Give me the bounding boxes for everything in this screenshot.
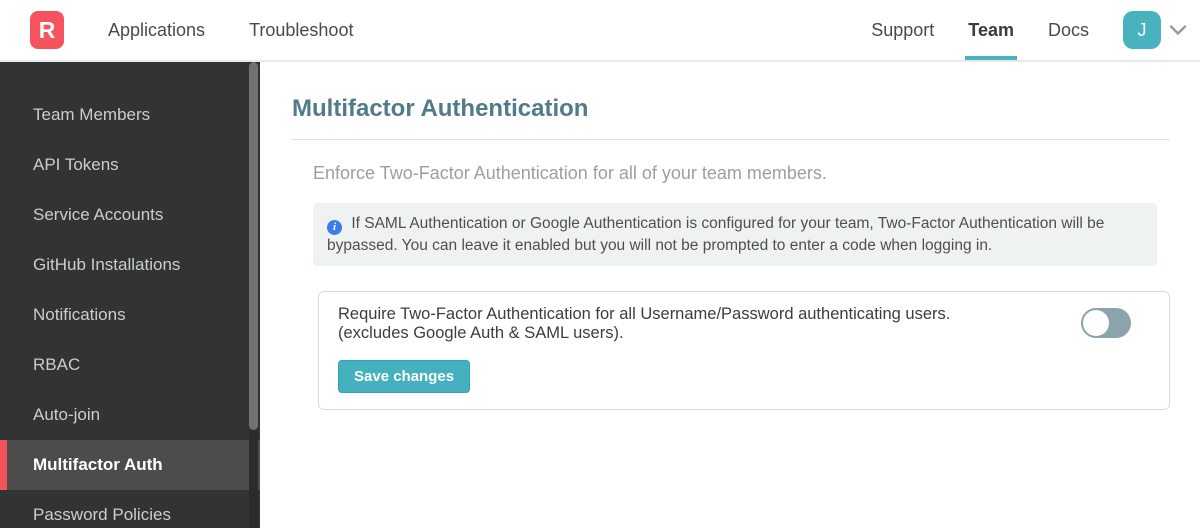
nav-item-docs[interactable]: Docs xyxy=(1048,0,1089,60)
app-body: Team Members API Tokens Service Accounts… xyxy=(0,62,1200,528)
title-divider xyxy=(292,139,1170,140)
info-icon: i xyxy=(327,220,342,235)
avatar-letter: J xyxy=(1137,19,1147,40)
nav-item-applications[interactable]: Applications xyxy=(108,0,205,60)
sidebar-scrollbar-thumb[interactable] xyxy=(249,62,258,430)
sidebar-item-rbac[interactable]: RBAC xyxy=(0,340,260,390)
toggle-label-line1: Require Two-Factor Authentication for al… xyxy=(338,305,951,323)
secondary-nav: Support Team Docs J xyxy=(871,0,1200,60)
lead-text: Enforce Two-Factor Authentication for al… xyxy=(313,163,827,183)
nav-item-team[interactable]: Team xyxy=(965,0,1017,60)
sidebar-item-service-accounts[interactable]: Service Accounts xyxy=(0,190,260,240)
sidebar-item-password-policies[interactable]: Password Policies xyxy=(0,490,260,528)
toggle-label-line2: (excludes Google Auth & SAML users). xyxy=(338,324,624,342)
info-alert-text: If SAML Authentication or Google Authent… xyxy=(327,215,1105,254)
sidebar-item-github-installations[interactable]: GitHub Installations xyxy=(0,240,260,290)
sidebar: Team Members API Tokens Service Accounts… xyxy=(0,62,260,528)
mfa-setting-card: Require Two-Factor Authentication for al… xyxy=(318,291,1170,410)
nav-item-support[interactable]: Support xyxy=(871,0,934,60)
mfa-toggle[interactable] xyxy=(1081,308,1131,338)
nav-item-troubleshoot[interactable]: Troubleshoot xyxy=(249,0,353,60)
chevron-down-icon[interactable] xyxy=(1168,24,1188,36)
sidebar-item-multifactor-auth[interactable]: Multifactor Auth xyxy=(0,440,260,490)
save-changes-button[interactable]: Save changes xyxy=(338,360,471,393)
top-navbar: R Applications Troubleshoot Support Team… xyxy=(0,0,1200,62)
primary-nav: Applications Troubleshoot xyxy=(108,0,353,60)
info-alert: i If SAML Authentication or Google Authe… xyxy=(313,203,1157,266)
sidebar-item-notifications[interactable]: Notifications xyxy=(0,290,260,340)
sidebar-scrollbar-track xyxy=(249,62,258,528)
nav-item-team-label: Team xyxy=(968,20,1014,40)
sidebar-item-api-tokens[interactable]: API Tokens xyxy=(0,140,260,190)
logo-letter: R xyxy=(38,16,56,43)
active-tab-underline xyxy=(965,56,1017,60)
page-title: Multifactor Authentication xyxy=(292,95,589,122)
main-content: Multifactor Authentication Enforce Two-F… xyxy=(260,62,1200,528)
rollbar-logo[interactable]: R xyxy=(30,11,64,49)
user-avatar[interactable]: J xyxy=(1123,11,1161,49)
sidebar-item-auto-join[interactable]: Auto-join xyxy=(0,390,260,440)
user-menu[interactable]: J xyxy=(1123,11,1188,49)
toggle-label: Require Two-Factor Authentication for al… xyxy=(338,305,1150,343)
sidebar-item-team-members[interactable]: Team Members xyxy=(0,90,260,140)
toggle-knob xyxy=(1083,310,1109,336)
